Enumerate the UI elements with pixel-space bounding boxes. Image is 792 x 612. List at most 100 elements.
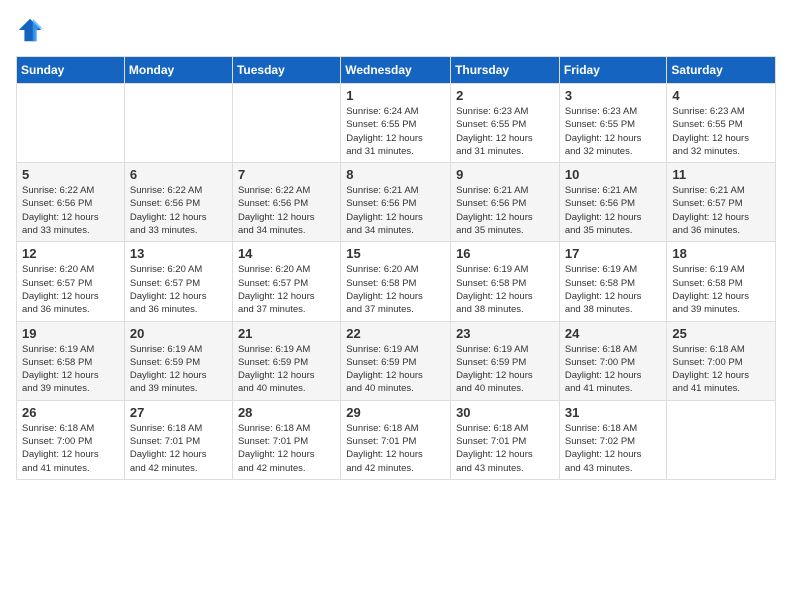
day-number: 27 (130, 405, 227, 420)
calendar-day-cell: 3 Sunrise: 6:23 AM Sunset: 6:55 PM Daylig… (559, 84, 667, 163)
day-info: Sunrise: 6:21 AM Sunset: 6:57 PM Dayligh… (672, 184, 770, 237)
day-number: 12 (22, 246, 119, 261)
calendar-day-cell: 19 Sunrise: 6:19 AM Sunset: 6:58 PM Dayli… (17, 321, 125, 400)
day-info: Sunrise: 6:19 AM Sunset: 6:59 PM Dayligh… (238, 343, 335, 396)
day-number: 16 (456, 246, 554, 261)
day-number: 13 (130, 246, 227, 261)
day-info: Sunrise: 6:21 AM Sunset: 6:56 PM Dayligh… (346, 184, 445, 237)
day-info: Sunrise: 6:18 AM Sunset: 7:00 PM Dayligh… (22, 422, 119, 475)
day-number: 10 (565, 167, 662, 182)
calendar-day-cell: 22 Sunrise: 6:19 AM Sunset: 6:59 PM Dayli… (341, 321, 451, 400)
calendar-day-cell: 1 Sunrise: 6:24 AM Sunset: 6:55 PM Daylig… (341, 84, 451, 163)
calendar-week-row: 12 Sunrise: 6:20 AM Sunset: 6:57 PM Dayli… (17, 242, 776, 321)
calendar-day-header: Wednesday (341, 57, 451, 84)
calendar-day-cell: 14 Sunrise: 6:20 AM Sunset: 6:57 PM Dayli… (232, 242, 340, 321)
day-info: Sunrise: 6:21 AM Sunset: 6:56 PM Dayligh… (456, 184, 554, 237)
day-number: 5 (22, 167, 119, 182)
calendar-day-cell: 11 Sunrise: 6:21 AM Sunset: 6:57 PM Dayli… (667, 163, 776, 242)
day-number: 7 (238, 167, 335, 182)
calendar-week-row: 26 Sunrise: 6:18 AM Sunset: 7:00 PM Dayli… (17, 400, 776, 479)
calendar-week-row: 19 Sunrise: 6:19 AM Sunset: 6:58 PM Dayli… (17, 321, 776, 400)
day-number: 22 (346, 326, 445, 341)
calendar-day-header: Saturday (667, 57, 776, 84)
day-info: Sunrise: 6:21 AM Sunset: 6:56 PM Dayligh… (565, 184, 662, 237)
day-number: 1 (346, 88, 445, 103)
calendar-day-cell: 23 Sunrise: 6:19 AM Sunset: 6:59 PM Dayli… (451, 321, 560, 400)
calendar-day-cell: 6 Sunrise: 6:22 AM Sunset: 6:56 PM Daylig… (124, 163, 232, 242)
calendar-day-cell: 24 Sunrise: 6:18 AM Sunset: 7:00 PM Dayli… (559, 321, 667, 400)
calendar-day-cell: 17 Sunrise: 6:19 AM Sunset: 6:58 PM Dayli… (559, 242, 667, 321)
day-info: Sunrise: 6:22 AM Sunset: 6:56 PM Dayligh… (130, 184, 227, 237)
calendar-day-header: Thursday (451, 57, 560, 84)
calendar-day-cell (667, 400, 776, 479)
calendar-day-header: Friday (559, 57, 667, 84)
day-info: Sunrise: 6:18 AM Sunset: 7:01 PM Dayligh… (130, 422, 227, 475)
day-number: 9 (456, 167, 554, 182)
day-info: Sunrise: 6:19 AM Sunset: 6:58 PM Dayligh… (672, 263, 770, 316)
calendar-day-cell: 7Sunrise: 6:22 AM Sunset: 6:56 PM Daylig… (232, 163, 340, 242)
day-info: Sunrise: 6:19 AM Sunset: 6:59 PM Dayligh… (456, 343, 554, 396)
calendar-day-cell: 4 Sunrise: 6:23 AM Sunset: 6:55 PM Daylig… (667, 84, 776, 163)
day-number: 11 (672, 167, 770, 182)
calendar-week-row: 5 Sunrise: 6:22 AM Sunset: 6:56 PM Daylig… (17, 163, 776, 242)
day-info: Sunrise: 6:19 AM Sunset: 6:59 PM Dayligh… (130, 343, 227, 396)
calendar-table: SundayMondayTuesdayWednesdayThursdayFrid… (16, 56, 776, 480)
calendar-day-cell: 20Sunrise: 6:19 AM Sunset: 6:59 PM Dayli… (124, 321, 232, 400)
day-info: Sunrise: 6:24 AM Sunset: 6:55 PM Dayligh… (346, 105, 445, 158)
page-header (16, 16, 776, 44)
day-info: Sunrise: 6:23 AM Sunset: 6:55 PM Dayligh… (672, 105, 770, 158)
calendar-day-cell: 12Sunrise: 6:20 AM Sunset: 6:57 PM Dayli… (17, 242, 125, 321)
day-number: 15 (346, 246, 445, 261)
day-number: 24 (565, 326, 662, 341)
day-info: Sunrise: 6:18 AM Sunset: 7:01 PM Dayligh… (238, 422, 335, 475)
day-number: 6 (130, 167, 227, 182)
calendar-day-header: Monday (124, 57, 232, 84)
calendar-day-header: Tuesday (232, 57, 340, 84)
calendar-day-cell: 9 Sunrise: 6:21 AM Sunset: 6:56 PM Daylig… (451, 163, 560, 242)
day-number: 17 (565, 246, 662, 261)
day-number: 23 (456, 326, 554, 341)
day-info: Sunrise: 6:20 AM Sunset: 6:58 PM Dayligh… (346, 263, 445, 316)
calendar-day-cell: 2 Sunrise: 6:23 AM Sunset: 6:55 PM Daylig… (451, 84, 560, 163)
day-number: 30 (456, 405, 554, 420)
calendar-week-row: 1 Sunrise: 6:24 AM Sunset: 6:55 PM Daylig… (17, 84, 776, 163)
day-number: 31 (565, 405, 662, 420)
day-number: 8 (346, 167, 445, 182)
day-number: 28 (238, 405, 335, 420)
calendar-day-cell: 13 Sunrise: 6:20 AM Sunset: 6:57 PM Dayli… (124, 242, 232, 321)
calendar-day-cell: 21Sunrise: 6:19 AM Sunset: 6:59 PM Dayli… (232, 321, 340, 400)
day-info: Sunrise: 6:18 AM Sunset: 7:02 PM Dayligh… (565, 422, 662, 475)
day-number: 26 (22, 405, 119, 420)
day-info: Sunrise: 6:19 AM Sunset: 6:58 PM Dayligh… (22, 343, 119, 396)
calendar-day-cell: 25Sunrise: 6:18 AM Sunset: 7:00 PM Dayli… (667, 321, 776, 400)
day-number: 19 (22, 326, 119, 341)
day-number: 14 (238, 246, 335, 261)
day-number: 2 (456, 88, 554, 103)
day-info: Sunrise: 6:18 AM Sunset: 7:01 PM Dayligh… (456, 422, 554, 475)
calendar-day-cell: 29 Sunrise: 6:18 AM Sunset: 7:01 PM Dayli… (341, 400, 451, 479)
calendar-day-cell: 5 Sunrise: 6:22 AM Sunset: 6:56 PM Daylig… (17, 163, 125, 242)
day-number: 25 (672, 326, 770, 341)
day-info: Sunrise: 6:20 AM Sunset: 6:57 PM Dayligh… (130, 263, 227, 316)
calendar-day-cell: 15 Sunrise: 6:20 AM Sunset: 6:58 PM Dayli… (341, 242, 451, 321)
calendar-day-cell: 10 Sunrise: 6:21 AM Sunset: 6:56 PM Dayli… (559, 163, 667, 242)
calendar-day-cell: 16Sunrise: 6:19 AM Sunset: 6:58 PM Dayli… (451, 242, 560, 321)
calendar-day-cell: 30 Sunrise: 6:18 AM Sunset: 7:01 PM Dayli… (451, 400, 560, 479)
day-number: 3 (565, 88, 662, 103)
logo-icon (16, 16, 44, 44)
calendar-day-cell: 27 Sunrise: 6:18 AM Sunset: 7:01 PM Dayli… (124, 400, 232, 479)
day-info: Sunrise: 6:23 AM Sunset: 6:55 PM Dayligh… (565, 105, 662, 158)
day-info: Sunrise: 6:18 AM Sunset: 7:01 PM Dayligh… (346, 422, 445, 475)
calendar-day-cell: 8 Sunrise: 6:21 AM Sunset: 6:56 PM Daylig… (341, 163, 451, 242)
day-info: Sunrise: 6:19 AM Sunset: 6:58 PM Dayligh… (565, 263, 662, 316)
day-number: 4 (672, 88, 770, 103)
day-info: Sunrise: 6:18 AM Sunset: 7:00 PM Dayligh… (565, 343, 662, 396)
calendar-day-cell (232, 84, 340, 163)
day-info: Sunrise: 6:20 AM Sunset: 6:57 PM Dayligh… (238, 263, 335, 316)
day-number: 29 (346, 405, 445, 420)
day-info: Sunrise: 6:22 AM Sunset: 6:56 PM Dayligh… (22, 184, 119, 237)
calendar-day-cell: 18Sunrise: 6:19 AM Sunset: 6:58 PM Dayli… (667, 242, 776, 321)
calendar-header-row: SundayMondayTuesdayWednesdayThursdayFrid… (17, 57, 776, 84)
day-info: Sunrise: 6:23 AM Sunset: 6:55 PM Dayligh… (456, 105, 554, 158)
day-info: Sunrise: 6:19 AM Sunset: 6:59 PM Dayligh… (346, 343, 445, 396)
